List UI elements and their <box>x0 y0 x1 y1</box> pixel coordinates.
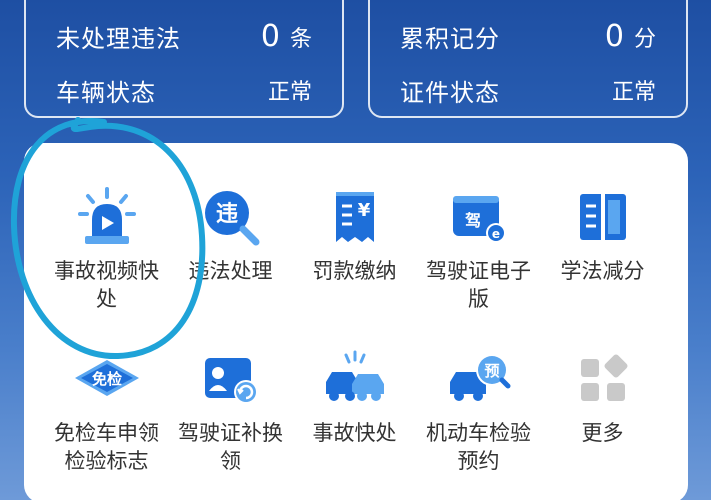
e-license-icon: 驾 e <box>443 181 515 253</box>
accumulated-points-row[interactable]: 累积记分 0 分 <box>400 14 656 58</box>
service-label: 学法减分 <box>560 259 645 283</box>
license-status-row[interactable]: 证件状态 正常 <box>400 70 656 110</box>
service-label: 事故快处 <box>312 421 397 445</box>
service-label: 驾驶证补换领 <box>178 421 283 473</box>
service-accident-video[interactable]: 事故视频快处 <box>44 181 169 313</box>
violation-summary-card[interactable]: 未处理违法 0 条 车辆状态 正常 <box>24 0 344 118</box>
service-label: 违法处理 <box>188 259 273 283</box>
service-label: 罚款缴纳 <box>312 259 397 283</box>
vehicle-status-label: 车辆状态 <box>56 78 156 107</box>
service-fine-payment[interactable]: ¥ 罚款缴纳 <box>292 181 417 285</box>
service-license-renewal[interactable]: 驾驶证补换领 <box>168 343 293 475</box>
car-accident-icon <box>319 343 391 415</box>
svg-text:免检: 免检 <box>91 370 121 388</box>
unprocessed-violations-label: 未处理违法 <box>56 24 181 53</box>
service-violation-handling[interactable]: 违 违法处理 <box>168 181 293 285</box>
service-inspection-exempt[interactable]: 免检 免检车申领检验标志 <box>44 343 169 475</box>
more-grid-icon <box>567 343 639 415</box>
unprocessed-violations-count: 0 <box>260 18 280 54</box>
license-status-label: 证件状态 <box>400 78 500 107</box>
fine-receipt-icon: ¥ <box>319 181 391 253</box>
service-label: 免检车申领检验标志 <box>54 421 159 473</box>
svg-text:¥: ¥ <box>357 200 370 221</box>
service-study-reduce-points[interactable]: 学法减分 <box>540 181 665 285</box>
vehicle-appointment-icon: 预 <box>443 343 515 415</box>
unprocessed-violations-row[interactable]: 未处理违法 0 条 <box>56 14 312 58</box>
service-e-license[interactable]: 驾 e 驾驶证电子版 <box>416 181 541 313</box>
svg-text:预: 预 <box>484 362 499 380</box>
accumulated-points-count: 0 <box>604 18 624 54</box>
services-panel: 事故视频快处 违 违法处理 ¥ 罚款缴纳 驾 e 驾驶证电子版 学法减分 免检 … <box>24 143 688 500</box>
vehicle-status-value: 正常 <box>267 80 312 105</box>
service-label: 驾驶证电子版 <box>426 259 531 311</box>
unprocessed-violations-unit: 条 <box>289 26 312 52</box>
service-label: 更多 <box>581 421 624 445</box>
open-book-icon <box>567 181 639 253</box>
svg-text:驾: 驾 <box>463 211 480 230</box>
service-more[interactable]: 更多 <box>540 343 665 447</box>
service-accident-quick[interactable]: 事故快处 <box>292 343 417 447</box>
service-label: 事故视频快处 <box>54 259 159 311</box>
siren-video-icon <box>71 181 143 253</box>
service-vehicle-inspection-appointment[interactable]: 预 机动车检验预约 <box>416 343 541 475</box>
points-summary-card[interactable]: 累积记分 0 分 证件状态 正常 <box>368 0 688 118</box>
accumulated-points-label: 累积记分 <box>400 24 500 53</box>
license-status-value: 正常 <box>611 80 656 105</box>
service-label: 机动车检验预约 <box>426 421 531 473</box>
vehicle-status-row[interactable]: 车辆状态 正常 <box>56 70 312 110</box>
license-renew-icon <box>195 343 267 415</box>
accumulated-points-unit: 分 <box>633 26 656 52</box>
violation-search-icon: 违 <box>195 181 267 253</box>
inspection-exempt-icon: 免检 <box>71 343 143 415</box>
svg-text:违: 违 <box>215 201 237 227</box>
svg-text:e: e <box>491 227 499 241</box>
